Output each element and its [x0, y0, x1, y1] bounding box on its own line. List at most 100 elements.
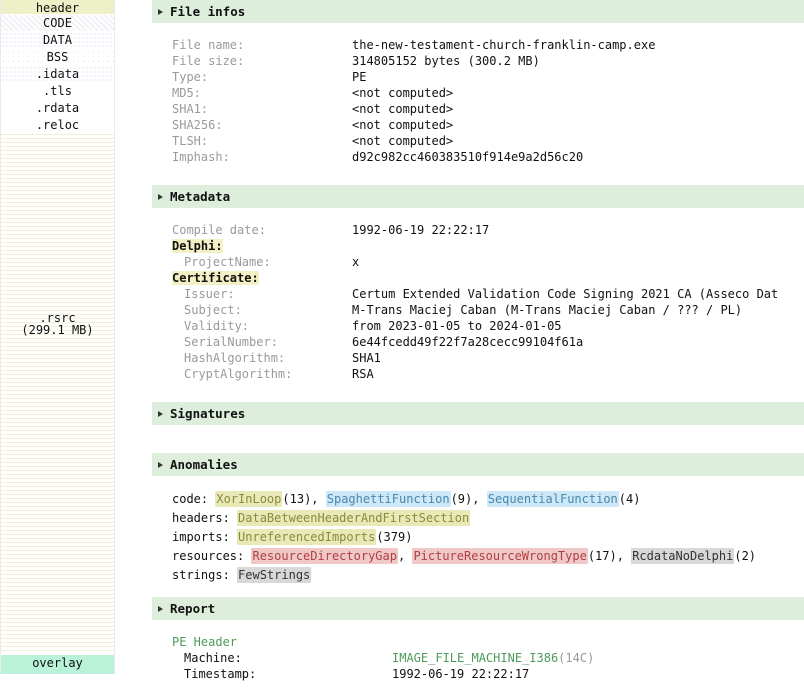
file-info-row: MD5:<not computed>: [152, 85, 804, 101]
metadata-group-label-certificate: Certificate:: [172, 271, 259, 285]
section-map-segment[interactable]: .tls: [0, 83, 115, 100]
anomaly-separator: ,: [617, 549, 631, 563]
anomaly-tag[interactable]: ResourceDirectoryGap: [251, 548, 398, 564]
certificate-value: SHA1: [352, 351, 381, 365]
section-map-segment-label: DATA: [1, 32, 114, 46]
certificate-value: from 2023-01-05 to 2024-01-05: [352, 319, 562, 333]
section-map-segment[interactable]: overlay: [0, 655, 115, 675]
section-header-report[interactable]: Report: [152, 597, 804, 620]
anomaly-count: (13): [282, 492, 311, 506]
report-key: Machine:: [152, 650, 392, 666]
section-header-anomalies[interactable]: Anomalies: [152, 453, 804, 476]
chevron-right-icon: [158, 194, 163, 200]
file-info-row: Imphash:d92c982cc460383510f914e9a2d56c20: [152, 149, 804, 165]
pe-analysis-view: headerCODE DATA BSS.idata.tls .rdata .reloc.…: [0, 0, 804, 688]
anomaly-count: (2): [734, 549, 756, 563]
file-info-row: SHA256:<not computed>: [152, 117, 804, 133]
file-info-value: 314805152 bytes (300.2 MB): [352, 54, 540, 68]
anomaly-tag[interactable]: FewStrings: [237, 567, 311, 583]
chevron-right-icon: [158, 9, 163, 15]
certificate-row: HashAlgorithm:SHA1: [152, 350, 804, 366]
file-info-row: TLSH:<not computed>: [152, 133, 804, 149]
anomaly-category: strings:: [172, 568, 237, 582]
section-header-signatures[interactable]: Signatures: [152, 402, 804, 425]
file-info-value: PE: [352, 70, 366, 84]
section-body-file-infos: File name:the-new-testament-church-frank…: [152, 23, 804, 171]
file-info-key: MD5:: [152, 85, 352, 101]
section-title-file-infos: File infos: [170, 4, 245, 19]
anomaly-tag[interactable]: XorInLoop: [215, 491, 282, 507]
anomaly-separator: ,: [472, 492, 486, 506]
file-info-value: d92c982cc460383510f914e9a2d56c20: [352, 150, 583, 164]
anomaly-tag[interactable]: DataBetweenHeaderAndFirstSection: [237, 510, 470, 526]
file-info-key: SHA1:: [152, 101, 352, 117]
section-map-segment-label: .tls: [1, 83, 114, 97]
metadata-group-certificate: Certificate:: [152, 270, 804, 286]
section-map-segment[interactable]: BSS: [0, 49, 115, 66]
delphi-value: x: [352, 255, 359, 269]
section-body-report: PE Header Machine:IMAGE_FILE_MACHINE_I38…: [152, 620, 804, 688]
certificate-row: CryptAlgorithm:RSA: [152, 366, 804, 382]
anomaly-tag[interactable]: PictureResourceWrongType: [412, 548, 587, 564]
certificate-row: Subject:M-Trans Maciej Caban (M-Trans Ma…: [152, 302, 804, 318]
certificate-row: Validity:from 2023-01-05 to 2024-01-05: [152, 318, 804, 334]
certificate-row: Issuer:Certum Extended Validation Code S…: [152, 286, 804, 302]
anomaly-tag[interactable]: RcdataNoDelphi: [631, 548, 734, 564]
metadata-key-compile-date: Compile date:: [152, 222, 352, 238]
anomaly-category: imports:: [172, 530, 237, 544]
section-header-file-infos[interactable]: File infos: [152, 0, 804, 23]
section-map-segment[interactable]: CODE: [0, 15, 115, 32]
file-info-key: SHA256:: [152, 117, 352, 133]
section-map-segment[interactable]: .idata: [0, 66, 115, 83]
certificate-value: Certum Extended Validation Code Signing …: [352, 287, 778, 301]
file-info-value: <not computed>: [352, 118, 453, 132]
file-info-key: TLSH:: [152, 133, 352, 149]
metadata-group-delphi: Delphi:: [152, 238, 804, 254]
anomaly-separator: ,: [311, 492, 325, 506]
chevron-right-icon: [158, 606, 163, 612]
file-info-value: <not computed>: [352, 134, 453, 148]
section-map-segment[interactable]: .reloc: [0, 117, 115, 134]
file-info-value: the-new-testament-church-franklin-camp.e…: [352, 38, 655, 52]
anomaly-category: resources:: [172, 549, 251, 563]
anomaly-separator: ,: [398, 549, 412, 563]
section-map-segment[interactable]: DATA: [0, 32, 115, 49]
certificate-row: SerialNumber:6e44fcedd49f22f7a28cecc9910…: [152, 334, 804, 350]
anomaly-tag[interactable]: SequentialFunction: [487, 491, 619, 507]
anomaly-category: code:: [172, 492, 215, 506]
metadata-group-label-delphi: Delphi:: [172, 239, 223, 253]
anomaly-tag[interactable]: SpaghettiFunction: [326, 491, 451, 507]
section-map-segment[interactable]: .rdata: [0, 100, 115, 117]
metadata-row-compile-date: Compile date:1992-06-19 22:22:17: [152, 222, 804, 238]
file-info-row: Type:PE: [152, 69, 804, 85]
anomaly-line: code: XorInLoop(13), SpaghettiFunction(9…: [152, 490, 804, 509]
section-map-segment[interactable]: .rsrc(299.1 MB): [0, 134, 115, 655]
report-value: IMAGE_FILE_MACHINE_I386(14C): [392, 651, 594, 665]
section-map-segment[interactable]: header: [0, 0, 115, 15]
anomaly-count: (9): [451, 492, 473, 506]
certificate-key: HashAlgorithm:: [152, 350, 352, 366]
delphi-row: ProjectName:x: [152, 254, 804, 270]
section-map-segment-label: .rdata: [1, 100, 114, 114]
section-body-anomalies: code: XorInLoop(13), SpaghettiFunction(9…: [152, 476, 804, 591]
section-header-metadata[interactable]: Metadata: [152, 185, 804, 208]
report-group-pe-header: PE Header: [152, 634, 804, 650]
file-info-value: <not computed>: [352, 102, 453, 116]
certificate-value: 6e44fcedd49f22f7a28cecc99104f61a: [352, 335, 583, 349]
chevron-right-icon: [158, 411, 163, 417]
report-value: 1992-06-19 22:22:17: [392, 667, 529, 681]
certificate-key: Issuer:: [152, 286, 352, 302]
section-map-segment-label: CODE: [1, 15, 114, 29]
anomaly-line: resources: ResourceDirectoryGap, Picture…: [152, 547, 804, 566]
section-title-signatures: Signatures: [170, 406, 245, 421]
section-title-report: Report: [170, 601, 215, 616]
section-map-segment-label: .rsrc(299.1 MB): [1, 134, 114, 336]
report-value-plain: 1992-06-19 22:22:17: [392, 667, 529, 681]
chevron-right-icon: [158, 462, 163, 468]
anomaly-line: headers: DataBetweenHeaderAndFirstSectio…: [152, 509, 804, 528]
file-info-row: File name:the-new-testament-church-frank…: [152, 37, 804, 53]
file-info-key: Imphash:: [152, 149, 352, 165]
anomaly-tag[interactable]: UnreferencedImports: [237, 529, 376, 545]
report-key: Timestamp:: [152, 666, 392, 682]
anomaly-line: strings: FewStrings: [152, 566, 804, 585]
